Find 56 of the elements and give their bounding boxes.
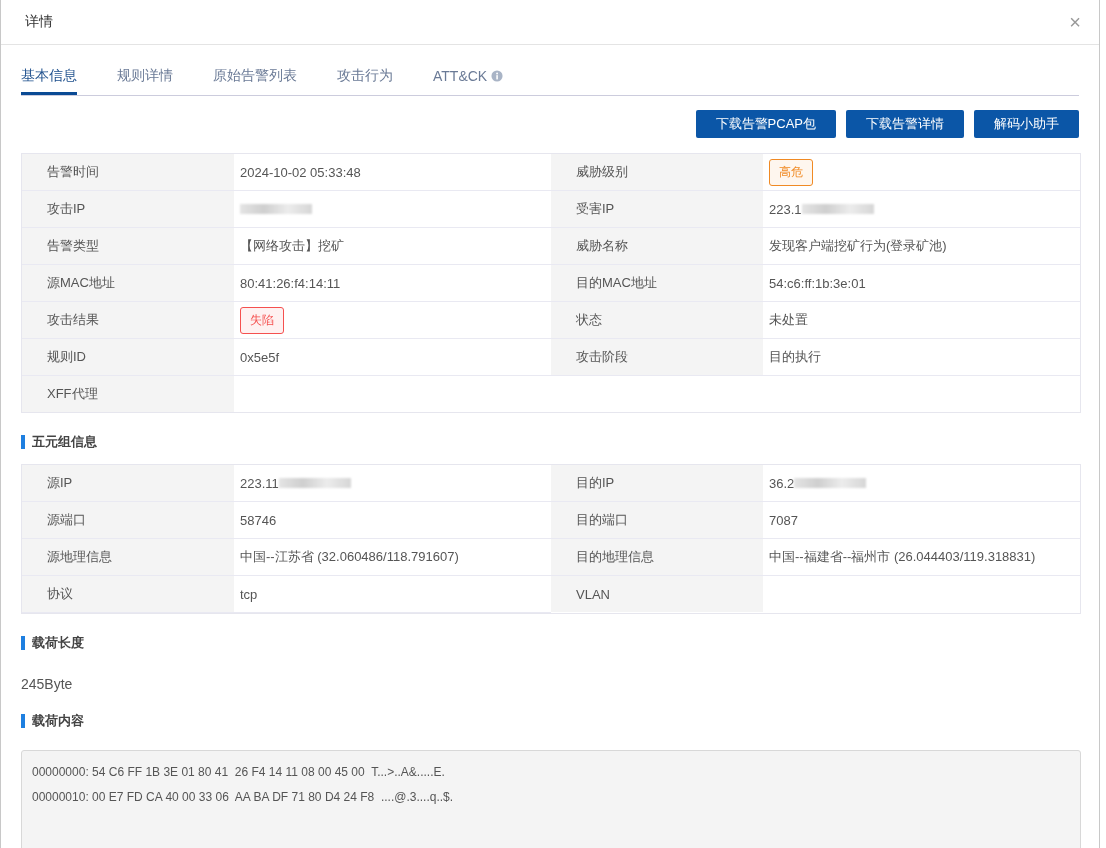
tab[interactable]: ATT&CK [433,59,504,95]
field-label: 源MAC地址 [22,265,234,302]
field-label: 受害IP [551,191,763,228]
field-label: 协议 [22,576,234,613]
field-label: 攻击阶段 [551,339,763,376]
tab[interactable]: 规则详情 [117,59,173,95]
field-value: 中国--江苏省 (32.060486/118.791607) [240,548,459,566]
field-value: 0x5e5f [240,349,280,365]
field-label: 规则ID [22,339,234,376]
field-label: 告警时间 [22,154,234,191]
hex-line: 00000000: 54 C6 FF 1B 3E 01 80 41 26 F4 14 11 08 00 45 00 T...>..A&.....E. [32,765,446,781]
field-label: XFF代理 [22,376,234,412]
field-label: 源端口 [22,502,234,539]
field-value: tcp [240,586,258,602]
close-button[interactable]: × [1069,12,1081,32]
dialog-title: 详情 [25,13,53,31]
action-button[interactable]: 下载告警详情 [846,110,964,138]
field-value: 223.1 [769,201,802,217]
field-label: 目的IP [551,465,763,502]
section-title: 载荷内容 [21,714,1079,728]
field-value: 未处置 [769,311,808,329]
field-label: 源IP [22,465,234,502]
field-value: 目的执行 [769,348,821,366]
field-value: 54:c6:ff:1b:3e:01 [769,275,866,291]
field-label: 目的端口 [551,502,763,539]
field-value: 36.2 [769,475,795,491]
action-button[interactable]: 下载告警PCAP包 [695,110,836,138]
hex-line: 00000010: 00 E7 FD CA 40 00 33 06 AA BA DF 71 80 D4 24 F8 ....@.3....q..$. [32,790,455,806]
redaction-mark [240,204,312,214]
field-value: 58746 [240,512,277,528]
field-label: 目的地理信息 [551,539,763,576]
section-title: 载荷长度 [21,636,1079,650]
field-value: 80:41:26:f4:14:11 [240,275,341,291]
field-label: 状态 [551,302,763,339]
field-label: 目的MAC地址 [551,265,763,302]
field-label: 威胁级别 [551,154,763,191]
tab[interactable]: 攻击行为 [337,59,393,95]
tab[interactable]: 原始告警列表 [213,59,297,95]
field-value: 中国--福建省--福州市 (26.044403/119.318831) [769,548,1036,566]
field-value: 发现客户端挖矿行为(登录矿池) [769,237,947,255]
action-button[interactable]: 解码小助手 [974,110,1079,138]
field-value: 【网络攻击】挖矿 [240,237,344,255]
field-value: 7087 [769,512,798,528]
tab[interactable]: 基本信息 [21,59,77,95]
section-title: 五元组信息 [21,435,1079,449]
payload-length: 245Byte [21,676,74,692]
field-label: VLAN [551,576,763,612]
field-value: 223.11 [240,475,279,491]
field-label: 源地理信息 [22,539,234,576]
status-tag: 失陷 [240,306,284,334]
field-label: 攻击IP [22,191,234,228]
field-label: 告警类型 [22,228,234,265]
field-label: 攻击结果 [22,302,234,339]
status-tag: 高危 [769,158,813,186]
field-value: 2024-10-02 05:33:48 [240,164,361,180]
field-label: 威胁名称 [551,228,763,265]
